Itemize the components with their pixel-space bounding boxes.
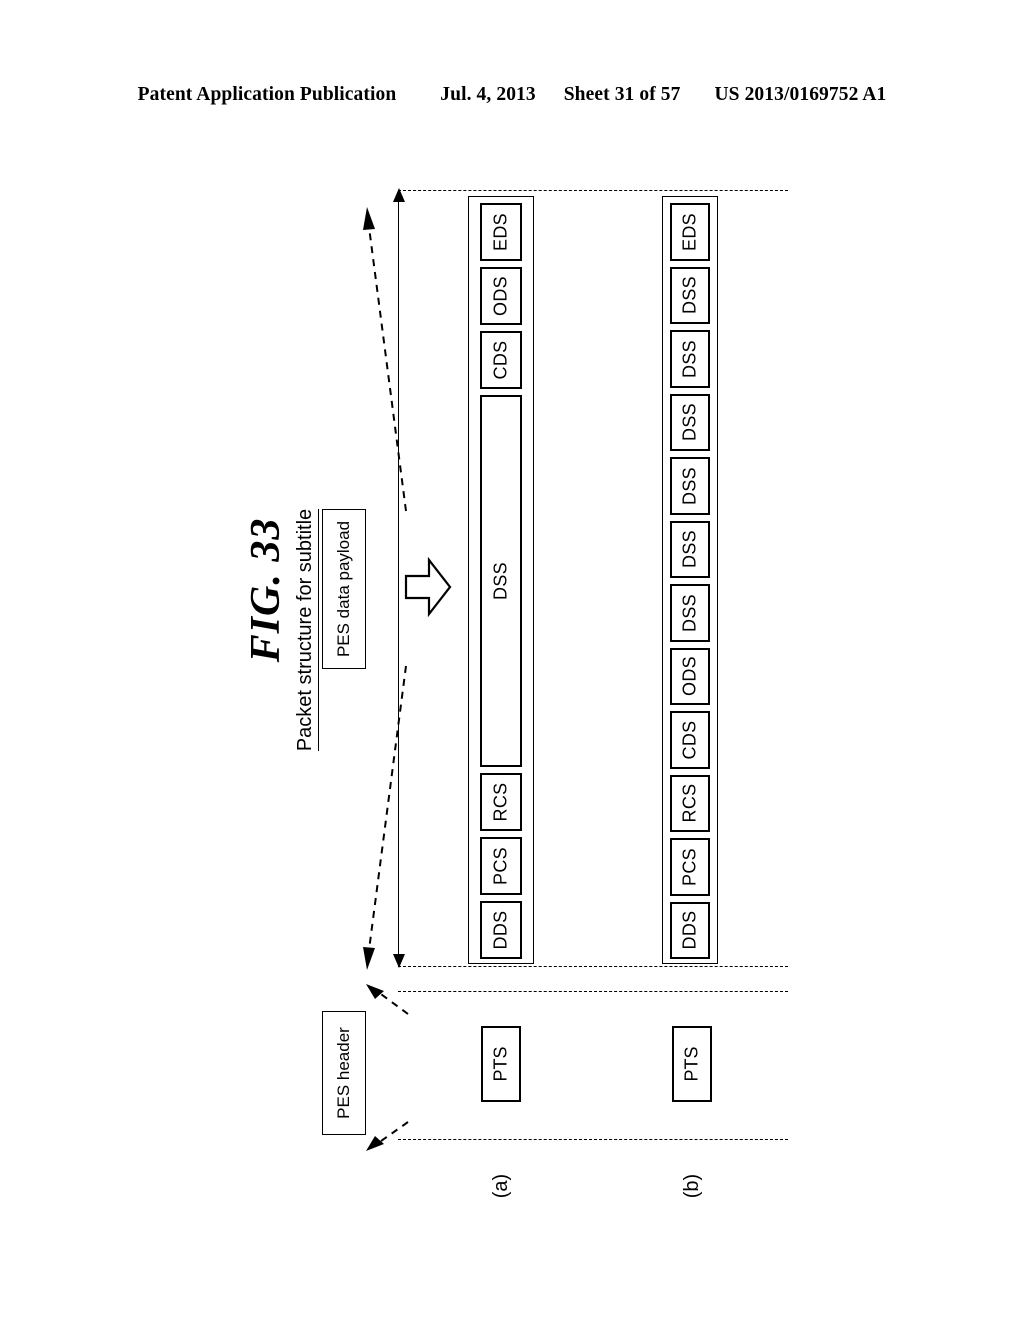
packet-segment-dss: DSS	[480, 395, 522, 767]
packet-segment-label: DSS	[679, 403, 700, 442]
packet-segment-rcs: RCS	[670, 774, 710, 832]
span-arrow-shaft	[398, 200, 399, 956]
packet-segment-dss: DSS	[670, 520, 710, 578]
packet-segment-rcs: RCS	[480, 772, 522, 831]
packet-segment-label: ODS	[679, 656, 700, 697]
packet-segment-label: ODS	[490, 276, 511, 317]
payload-span-arrow	[393, 188, 405, 968]
packet-segment-cds: CDS	[480, 331, 522, 390]
pts-box-row-b: PTS	[672, 1026, 712, 1102]
pes-data-payload-callout: PES data payload	[322, 509, 366, 669]
packet-segment-dss: DSS	[670, 330, 710, 388]
packet-segment-label: EDS	[679, 212, 700, 251]
packet-segment-dss: DSS	[670, 584, 710, 642]
publication-title: Patent Application Publication	[137, 84, 397, 105]
row-tag-b: (b)	[672, 1172, 712, 1200]
payload-leader-arrow-down	[362, 664, 408, 972]
pts-box-row-a: PTS	[481, 1026, 521, 1102]
pes-header-callout: PES header	[322, 1011, 366, 1135]
packet-row-b: DDS PCS RCS CDS ODS DSS DSS DSS DSS DSS DSS EDS	[662, 196, 718, 964]
patent-number: US 2013/0169752 A1	[714, 84, 887, 105]
header-leader-arrow-up	[364, 982, 410, 1018]
publication-header: Patent Application Publication Jul. 4, 2…	[0, 84, 1024, 106]
figure-caption-text: Packet structure for subtitle	[294, 508, 319, 752]
span-arrow-head-down	[393, 954, 405, 968]
packet-segment-dds: DDS	[480, 900, 522, 959]
span-arrow-head-up	[393, 188, 405, 202]
packet-segment-label: DSS	[490, 562, 511, 600]
packet-segment-dss: DSS	[670, 457, 710, 515]
pts-label-row-b: PTS	[681, 1046, 702, 1082]
packet-segment-ods: ODS	[480, 267, 522, 326]
packet-segment-label: EDS	[490, 213, 511, 251]
packet-segment-label: DSS	[679, 530, 700, 569]
packet-segment-label: CDS	[490, 340, 511, 380]
packet-segment-eds: EDS	[670, 203, 710, 261]
packet-segment-label: DDS	[679, 910, 700, 950]
packet-segment-label: DSS	[679, 339, 700, 378]
publication-date: Jul. 4, 2013	[440, 84, 536, 105]
packet-row-a: DDS PCS RCS DSS CDS ODS EDS	[468, 196, 534, 964]
guide-line-payload-bottom	[398, 966, 788, 967]
row-tag-a-text: (a)	[489, 1173, 512, 1199]
figure-caption: Packet structure for subtitle	[290, 490, 320, 770]
payload-leader-arrow-up	[362, 205, 408, 515]
packet-segment-cds: CDS	[670, 711, 710, 769]
header-leader-arrow-down	[364, 1118, 410, 1154]
pts-label-row-a: PTS	[490, 1046, 511, 1082]
row-tag-a: (a)	[481, 1172, 521, 1200]
packet-segment-label: CDS	[679, 720, 700, 760]
pes-header-label: PES header	[334, 1027, 353, 1119]
block-arrow-icon	[404, 556, 452, 618]
packet-segment-label: RCS	[679, 783, 700, 823]
packet-segment-pcs: PCS	[670, 838, 710, 896]
packet-segment-eds: EDS	[480, 203, 522, 262]
packet-segment-label: PCS	[679, 847, 700, 886]
figure-number: FIG. 33	[243, 517, 289, 663]
packet-segment-label: DSS	[679, 276, 700, 315]
guide-line-payload-top	[398, 190, 788, 191]
packet-segment-label: PCS	[490, 846, 511, 885]
sheet-number: Sheet 31 of 57	[563, 84, 681, 105]
guide-line-header-top	[398, 991, 788, 992]
packet-segment-label: DSS	[679, 593, 700, 632]
row-tag-b-text: (b)	[680, 1173, 703, 1199]
pes-data-payload-label: PES data payload	[334, 520, 353, 658]
packet-segment-dds: DDS	[670, 901, 710, 959]
packet-segment-pcs: PCS	[480, 836, 522, 895]
packet-segment-label: DSS	[679, 466, 700, 505]
packet-segment-dss: DSS	[670, 393, 710, 451]
packet-segment-dss: DSS	[670, 266, 710, 324]
packet-segment-label: DDS	[490, 910, 511, 950]
packet-segment-ods: ODS	[670, 647, 710, 705]
packet-segment-label: RCS	[490, 782, 511, 822]
guide-line-header-bottom	[398, 1139, 788, 1140]
